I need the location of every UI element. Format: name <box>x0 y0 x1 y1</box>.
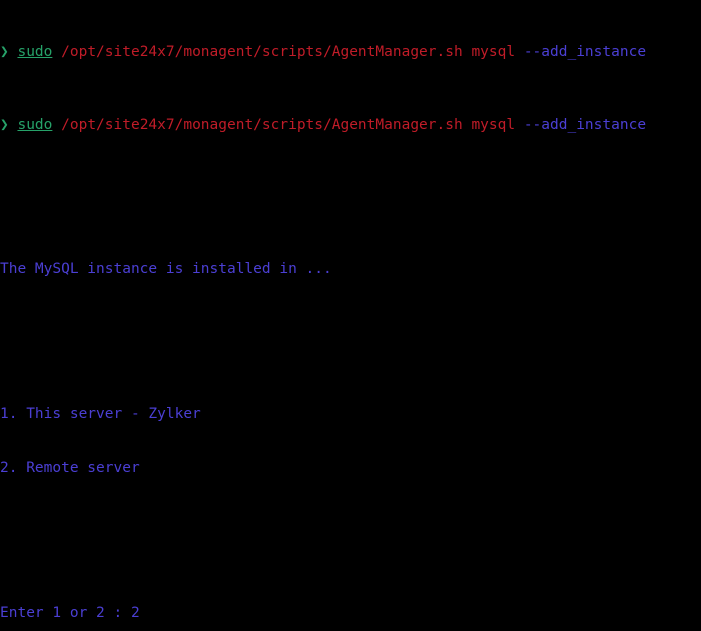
scrollback-partial-line: ❯ sudo /opt/site24x7/monagent/scripts/Ag… <box>0 43 701 61</box>
select-prompt-line: Enter 1 or 2 : 2 <box>0 605 140 622</box>
sudo-keyword-previous: sudo <box>17 44 53 61</box>
terminal-window[interactable]: ❯ sudo /opt/site24x7/monagent/scripts/Ag… <box>0 0 701 631</box>
option-item-1: 1. This server - Zylker <box>0 406 201 423</box>
option-item-2: 2. Remote server <box>0 460 140 477</box>
previous-command-text: /opt/site24x7/monagent/scripts/AgentMana… <box>61 44 463 61</box>
previous-command-sub: mysql <box>471 44 516 61</box>
terminal-output-buffer: ❯ sudo /opt/site24x7/monagent/scripts/Ag… <box>0 0 701 631</box>
sudo-keyword: sudo <box>17 116 53 133</box>
command-flag: --add_instance <box>523 116 647 133</box>
previous-command-flag: --add_instance <box>523 44 647 61</box>
command-script-path: /opt/site24x7/monagent/scripts/AgentMana… <box>61 116 463 133</box>
prompt-chevron-icon-previous: ❯ <box>0 44 9 61</box>
command-subcommand: mysql <box>471 116 516 133</box>
prompt-chevron-icon: ❯ <box>0 116 9 133</box>
command-prompt-line[interactable]: ❯ sudo /opt/site24x7/monagent/scripts/Ag… <box>0 116 701 134</box>
intro-message: The MySQL instance is installed in ... <box>0 261 332 278</box>
